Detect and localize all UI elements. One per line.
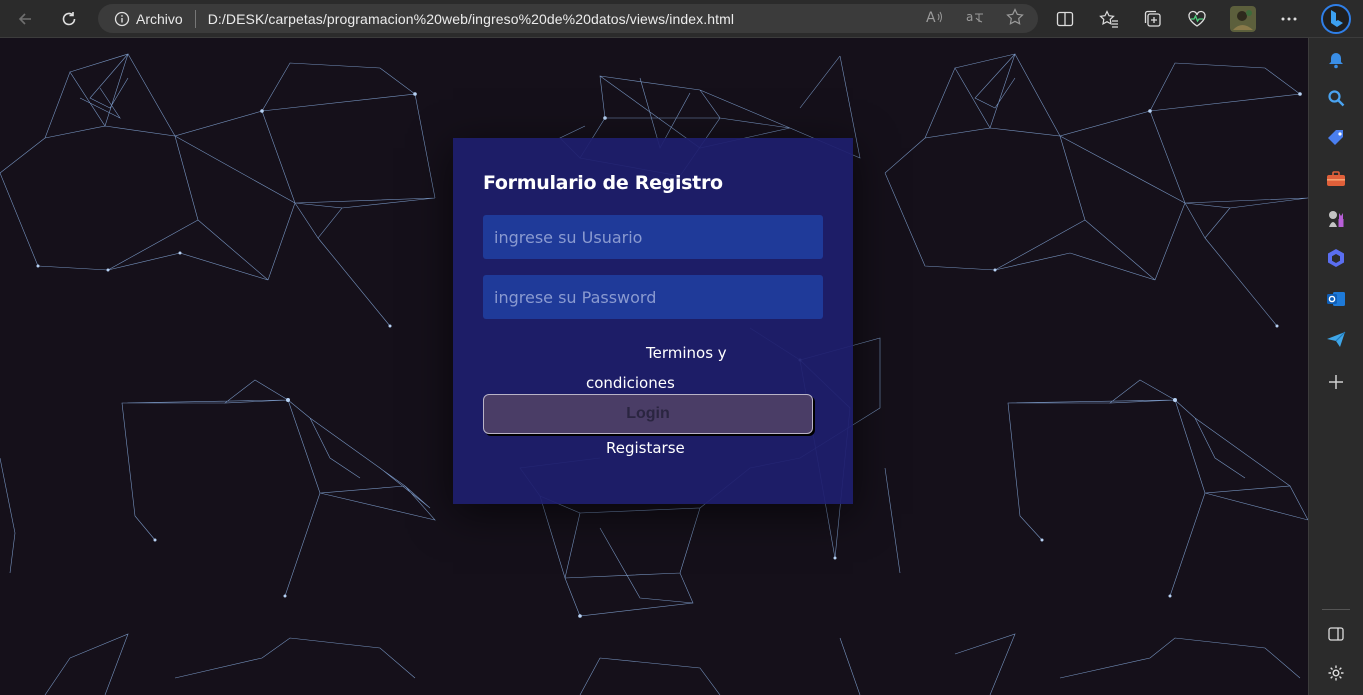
password-input[interactable] [483,275,823,319]
more-options-icon[interactable] [1277,7,1301,31]
add-icon[interactable] [1325,371,1347,393]
form-title: Formulario de Registro [483,172,723,194]
microsoft-365-icon[interactable] [1325,247,1347,269]
url-text[interactable]: D:/DESK/carpetas/programacion%20web/ingr… [208,11,734,27]
profile-avatar[interactable] [1230,6,1256,32]
bing-copilot-icon[interactable] [1321,4,1351,34]
outlook-icon[interactable] [1325,288,1347,310]
register-link[interactable]: Registarse [606,439,685,457]
games-chess-icon[interactable] [1325,208,1347,230]
read-aloud-icon[interactable]: A [926,9,944,28]
login-button[interactable]: Login [483,394,813,434]
registration-form-card: Formulario de Registro Terminos y condic… [453,138,853,504]
translate-icon[interactable]: a [966,9,984,28]
sidebar-divider [1322,609,1350,610]
split-screen-icon[interactable] [1053,7,1077,31]
terms-line-1: Terminos y [646,344,727,362]
browser-toolbar: Archivo D:/DESK/carpetas/programacion%20… [0,0,1363,38]
notification-bell-icon[interactable] [1325,49,1347,71]
svg-text:A: A [926,10,936,25]
site-info-label: Archivo [136,10,183,27]
svg-text:a: a [966,10,973,24]
settings-gear-icon[interactable] [1325,662,1347,684]
edge-sidebar [1308,38,1363,695]
refresh-icon[interactable] [57,7,81,31]
site-info-button[interactable]: Archivo [114,11,183,27]
page-content: Formulario de Registro Terminos y condic… [0,38,1308,695]
collections-icon[interactable] [1141,7,1165,31]
info-icon [114,11,130,26]
hide-sidebar-icon[interactable] [1325,623,1347,645]
favorites-icon[interactable] [1097,7,1121,31]
tools-briefcase-icon[interactable] [1325,168,1347,190]
address-bar[interactable]: Archivo D:/DESK/carpetas/programacion%20… [98,4,1038,33]
address-actions: A a [926,4,1024,33]
shopping-tag-icon[interactable] [1325,127,1347,149]
favorite-star-icon[interactable] [1006,8,1024,29]
address-divider [194,9,196,28]
send-plane-icon[interactable] [1325,328,1347,350]
browser-essentials-icon[interactable] [1185,7,1209,31]
search-icon[interactable] [1325,87,1347,109]
back-icon[interactable] [13,7,37,31]
username-input[interactable] [483,215,823,259]
